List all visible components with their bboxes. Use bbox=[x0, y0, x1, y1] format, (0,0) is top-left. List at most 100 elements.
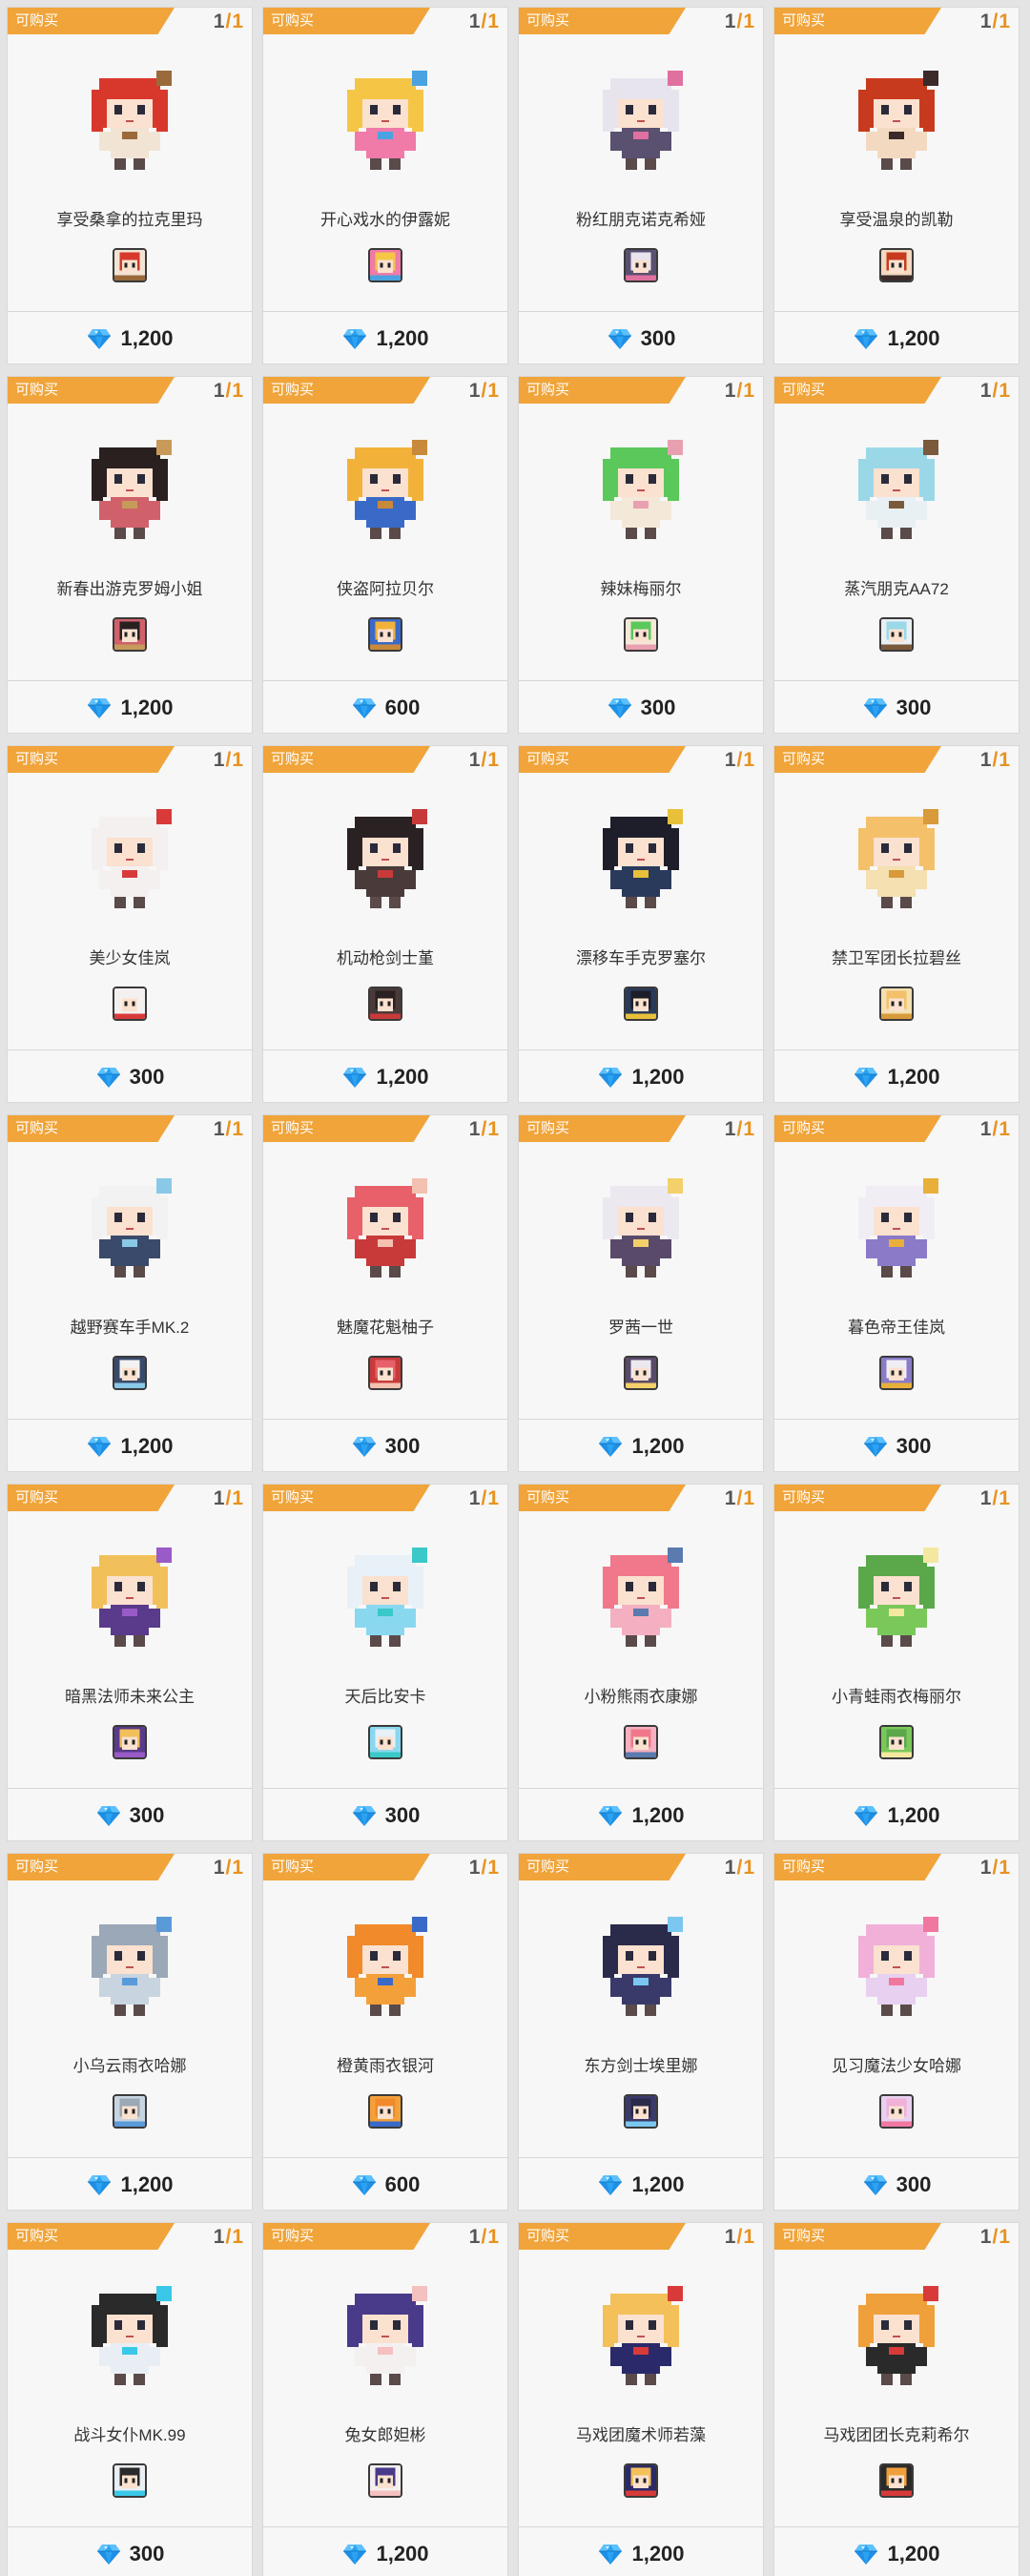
buy-button[interactable]: 1,200 bbox=[774, 2528, 1019, 2576]
shop-item-card[interactable]: 可购买 1/1 暮色帝王佳岚 300 bbox=[773, 1114, 1020, 1472]
buy-button[interactable]: 600 bbox=[263, 682, 507, 733]
costume-name: 东方剑士埃里娜 bbox=[584, 2057, 698, 2075]
buy-button[interactable]: 1,200 bbox=[774, 313, 1019, 364]
buy-button[interactable]: 600 bbox=[263, 2159, 507, 2210]
shop-item-card[interactable]: 可购买 1/1 小青蛙雨衣梅丽尔 1,200 bbox=[773, 1484, 1020, 1841]
diamond-gem-icon bbox=[599, 1806, 623, 1826]
shop-item-card[interactable]: 可购买 1/1 粉红朋克诺克希娅 300 bbox=[518, 7, 764, 364]
buy-button[interactable]: 1,200 bbox=[263, 313, 507, 364]
costume-name: 马戏团团长克莉希尔 bbox=[823, 2426, 970, 2444]
purchase-count-max: 1 bbox=[487, 1857, 500, 1879]
shop-item-card[interactable]: 可购买 1/1 马戏团魔术师若藻 1,200 bbox=[518, 2222, 764, 2576]
shop-item-card[interactable]: 可购买 1/1 魅魔花魁柚子 300 bbox=[262, 1114, 508, 1472]
character-portrait bbox=[839, 432, 954, 547]
divider bbox=[263, 680, 507, 681]
shop-item-card[interactable]: 可购买 1/1 机动枪剑士堇 1,200 bbox=[262, 745, 508, 1103]
shop-item-card[interactable]: 可购买 1/1 东方剑士埃里娜 1,200 bbox=[518, 1853, 764, 2211]
character-thumbnail-icon bbox=[113, 1356, 147, 1390]
shop-item-card[interactable]: 可购买 1/1 小粉熊雨衣康娜 1,200 bbox=[518, 1484, 764, 1841]
availability-label: 可购买 bbox=[15, 1120, 59, 1136]
character-thumbnail-icon bbox=[113, 2463, 147, 2498]
diamond-gem-icon bbox=[855, 1068, 878, 1088]
shop-item-card[interactable]: 可购买 1/1 橙黄雨衣银河 600 bbox=[262, 1853, 508, 2211]
character-thumbnail-icon bbox=[624, 987, 658, 1021]
availability-label: 可购买 bbox=[271, 382, 315, 398]
shop-item-card[interactable]: 可购买 1/1 天后比安卡 300 bbox=[262, 1484, 508, 1841]
availability-label: 可购买 bbox=[15, 382, 59, 398]
buy-button[interactable]: 1,200 bbox=[519, 1421, 763, 1471]
availability-label: 可购买 bbox=[15, 2228, 59, 2244]
character-thumbnail-icon bbox=[368, 1356, 402, 1390]
shop-item-card[interactable]: 可购买 1/1 越野赛车手MK.2 1,200 bbox=[7, 1114, 253, 1472]
buy-button[interactable]: 300 bbox=[8, 1790, 252, 1840]
character-portrait bbox=[328, 2278, 443, 2393]
character-portrait bbox=[839, 63, 954, 177]
buy-button[interactable]: 300 bbox=[519, 682, 763, 733]
buy-button[interactable]: 300 bbox=[519, 313, 763, 364]
purchase-count: 1/1 bbox=[213, 1118, 244, 1140]
purchase-count-current: 1 bbox=[468, 1487, 482, 1509]
shop-item-card[interactable]: 可购买 1/1 蒸汽朋克AA72 300 bbox=[773, 376, 1020, 734]
shop-item-card[interactable]: 可购买 1/1 禁卫军团长拉碧丝 1,200 bbox=[773, 745, 1020, 1103]
shop-item-card[interactable]: 可购买 1/1 享受温泉的凯勒 1,200 bbox=[773, 7, 1020, 364]
purchase-count: 1/1 bbox=[213, 1857, 244, 1879]
purchase-count-current: 1 bbox=[213, 749, 226, 771]
buy-button[interactable]: 300 bbox=[263, 1421, 507, 1471]
buy-button[interactable]: 300 bbox=[774, 1421, 1019, 1471]
divider bbox=[519, 1419, 763, 1420]
shop-item-card[interactable]: 可购买 1/1 漂移车手克罗塞尔 1,200 bbox=[518, 745, 764, 1103]
buy-button[interactable]: 1,200 bbox=[774, 1790, 1019, 1840]
diamond-gem-icon bbox=[599, 2545, 623, 2565]
shop-item-card[interactable]: 可购买 1/1 新春出游克罗姆小姐 1,200 bbox=[7, 376, 253, 734]
shop-item-card[interactable]: 可购买 1/1 小乌云雨衣哈娜 1,200 bbox=[7, 1853, 253, 2211]
availability-tag: 可购买 bbox=[774, 1115, 941, 1142]
availability-label: 可购买 bbox=[271, 1120, 315, 1136]
shop-item-card[interactable]: 可购买 1/1 辣妹梅丽尔 300 bbox=[518, 376, 764, 734]
shop-item-grid: 可购买 1/1 享受桑拿的拉克里玛 1,200 可购买 1/1 开心戏水的伊露妮 bbox=[7, 7, 1020, 2576]
diamond-gem-icon bbox=[88, 329, 112, 349]
buy-button[interactable]: 1,200 bbox=[8, 313, 252, 364]
buy-button[interactable]: 1,200 bbox=[263, 1051, 507, 1102]
availability-label: 可购买 bbox=[782, 1859, 826, 1875]
character-portrait bbox=[328, 801, 443, 916]
price-value: 300 bbox=[129, 1803, 165, 1827]
buy-button[interactable]: 300 bbox=[774, 682, 1019, 733]
purchase-count-max: 1 bbox=[487, 380, 500, 402]
shop-item-card[interactable]: 可购买 1/1 见习魔法少女哈娜 300 bbox=[773, 1853, 1020, 2211]
buy-button[interactable]: 300 bbox=[8, 2528, 252, 2576]
buy-button[interactable]: 1,200 bbox=[519, 2159, 763, 2210]
buy-button[interactable]: 1,200 bbox=[8, 2159, 252, 2210]
buy-button[interactable]: 1,200 bbox=[519, 2528, 763, 2576]
purchase-count: 1/1 bbox=[213, 2226, 244, 2248]
shop-item-card[interactable]: 可购买 1/1 马戏团团长克莉希尔 1,200 bbox=[773, 2222, 1020, 2576]
buy-button[interactable]: 1,200 bbox=[774, 1051, 1019, 1102]
shop-item-card[interactable]: 可购买 1/1 开心戏水的伊露妮 1,200 bbox=[262, 7, 508, 364]
buy-button[interactable]: 1,200 bbox=[519, 1790, 763, 1840]
divider bbox=[774, 680, 1019, 681]
shop-item-card[interactable]: 可购买 1/1 享受桑拿的拉克里玛 1,200 bbox=[7, 7, 253, 364]
price-value: 600 bbox=[384, 696, 421, 719]
buy-button[interactable]: 1,200 bbox=[519, 1051, 763, 1102]
price-value: 600 bbox=[384, 2172, 421, 2196]
diamond-gem-icon bbox=[352, 1806, 376, 1826]
character-portrait bbox=[584, 432, 698, 547]
shop-item-card[interactable]: 可购买 1/1 美少女佳岚 300 bbox=[7, 745, 253, 1103]
character-thumbnail-icon bbox=[368, 2463, 402, 2498]
shop-item-card[interactable]: 可购买 1/1 暗黑法师未来公主 300 bbox=[7, 1484, 253, 1841]
shop-item-card[interactable]: 可购买 1/1 战斗女仆MK.99 300 bbox=[7, 2222, 253, 2576]
buy-button[interactable]: 300 bbox=[263, 1790, 507, 1840]
buy-button[interactable]: 1,200 bbox=[8, 682, 252, 733]
shop-item-card[interactable]: 可购买 1/1 侠盗阿拉贝尔 600 bbox=[262, 376, 508, 734]
character-portrait bbox=[584, 2278, 698, 2393]
buy-button[interactable]: 1,200 bbox=[8, 1421, 252, 1471]
shop-item-card[interactable]: 可购买 1/1 兔女郎妲彬 1,200 bbox=[262, 2222, 508, 2576]
purchase-count-max: 1 bbox=[232, 380, 244, 402]
divider bbox=[263, 311, 507, 312]
price-value: 1,200 bbox=[376, 326, 429, 350]
divider bbox=[519, 1788, 763, 1789]
buy-button[interactable]: 300 bbox=[8, 1051, 252, 1102]
shop-item-card[interactable]: 可购买 1/1 罗茜一世 1,200 bbox=[518, 1114, 764, 1472]
buy-button[interactable]: 300 bbox=[774, 2159, 1019, 2210]
buy-button[interactable]: 1,200 bbox=[263, 2528, 507, 2576]
availability-label: 可购买 bbox=[782, 1489, 826, 1506]
